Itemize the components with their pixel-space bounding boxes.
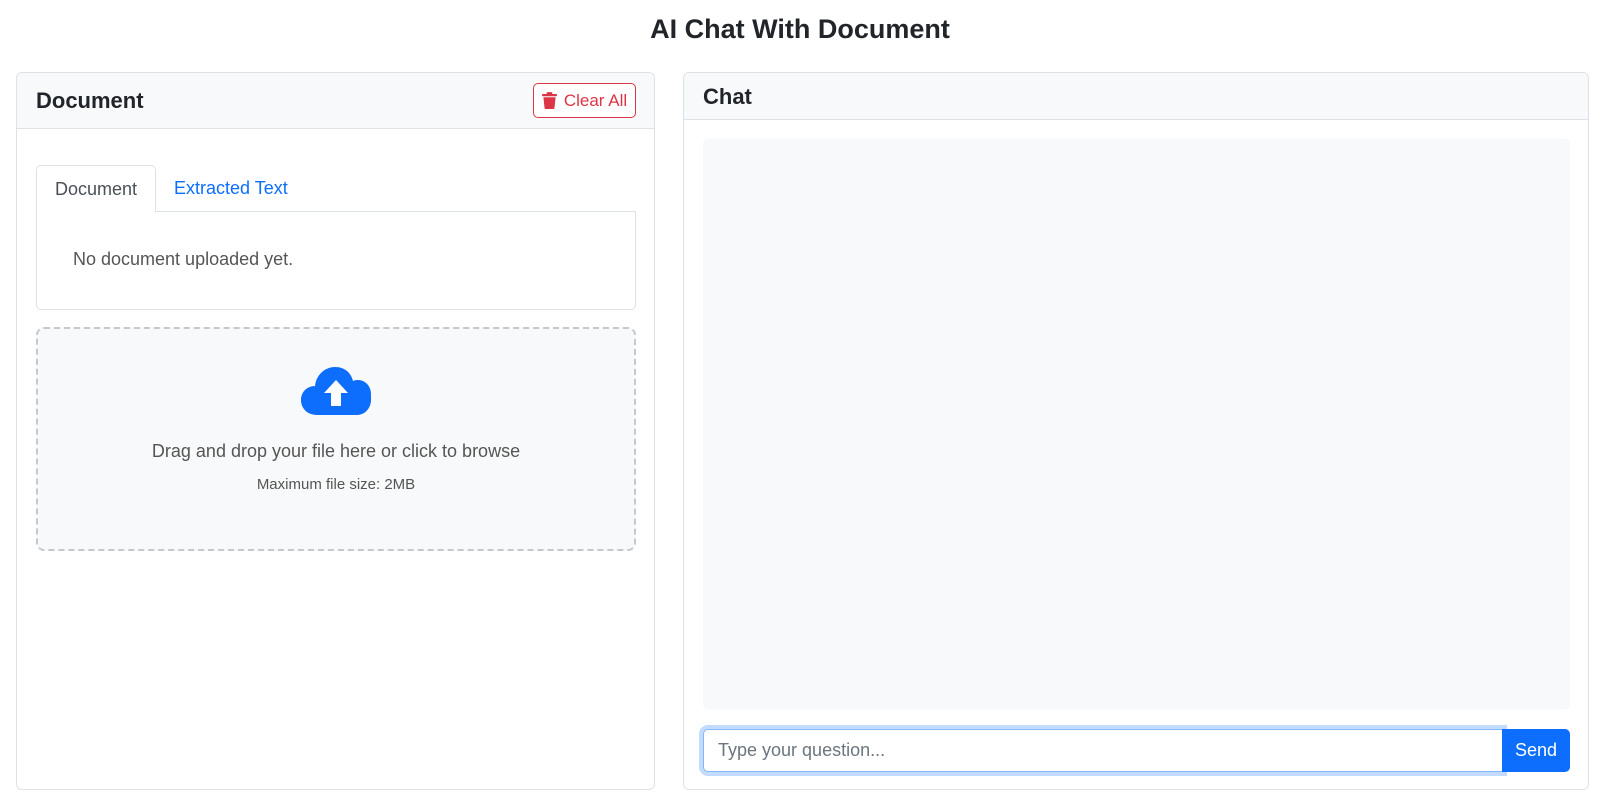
dropzone-max-size: Maximum file size: 2MB xyxy=(256,476,416,493)
trash-icon xyxy=(541,92,557,109)
chat-card-header: Chat xyxy=(684,73,1588,120)
clear-all-label: Clear All xyxy=(563,90,628,110)
chat-card: Chat Send xyxy=(683,72,1589,790)
document-tabs: Document Extracted Text xyxy=(36,165,636,213)
tab-extracted-text[interactable]: Extracted Text xyxy=(156,165,306,212)
page-title: AI Chat With Document xyxy=(650,14,950,44)
send-button[interactable]: Send xyxy=(1502,729,1570,772)
document-tab-pane: No document uploaded yet. xyxy=(36,211,636,310)
clear-all-button[interactable]: Clear All xyxy=(533,83,636,118)
chat-card-title: Chat xyxy=(703,84,752,109)
file-dropzone[interactable]: Drag and drop your file here or click to… xyxy=(36,327,636,551)
tab-document[interactable]: Document xyxy=(36,165,157,213)
chat-messages-area[interactable] xyxy=(703,139,1570,709)
document-card-header: Document Clear All xyxy=(17,73,654,129)
cloud-upload-icon xyxy=(301,367,371,415)
chat-input-group: Send xyxy=(703,729,1570,772)
document-card: Document Clear All Document Extracted Te… xyxy=(16,72,655,790)
document-card-title: Document xyxy=(36,88,144,113)
empty-document-message: No document uploaded yet. xyxy=(73,249,294,269)
dropzone-text: Drag and drop your file here or click to… xyxy=(151,441,521,461)
question-input[interactable] xyxy=(703,729,1503,772)
